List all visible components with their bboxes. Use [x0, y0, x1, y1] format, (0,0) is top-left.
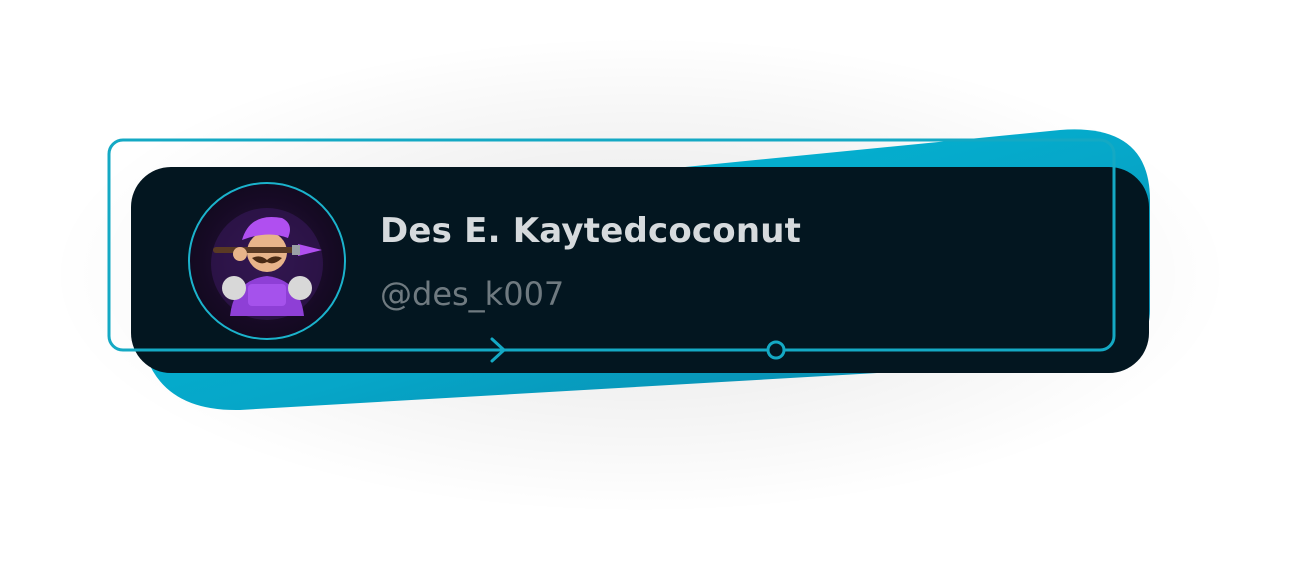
user-handle[interactable]: @des_k007 — [380, 275, 564, 313]
display-name: Des E. Kaytedcoconut — [380, 211, 802, 251]
profile-card[interactable]: Des E. Kaytedcoconut @des_k007 — [131, 167, 1149, 373]
avatar[interactable] — [188, 182, 346, 340]
painter-mascot-icon — [211, 208, 323, 320]
profile-card-stage: Des E. Kaytedcoconut @des_k007 — [0, 0, 1308, 569]
